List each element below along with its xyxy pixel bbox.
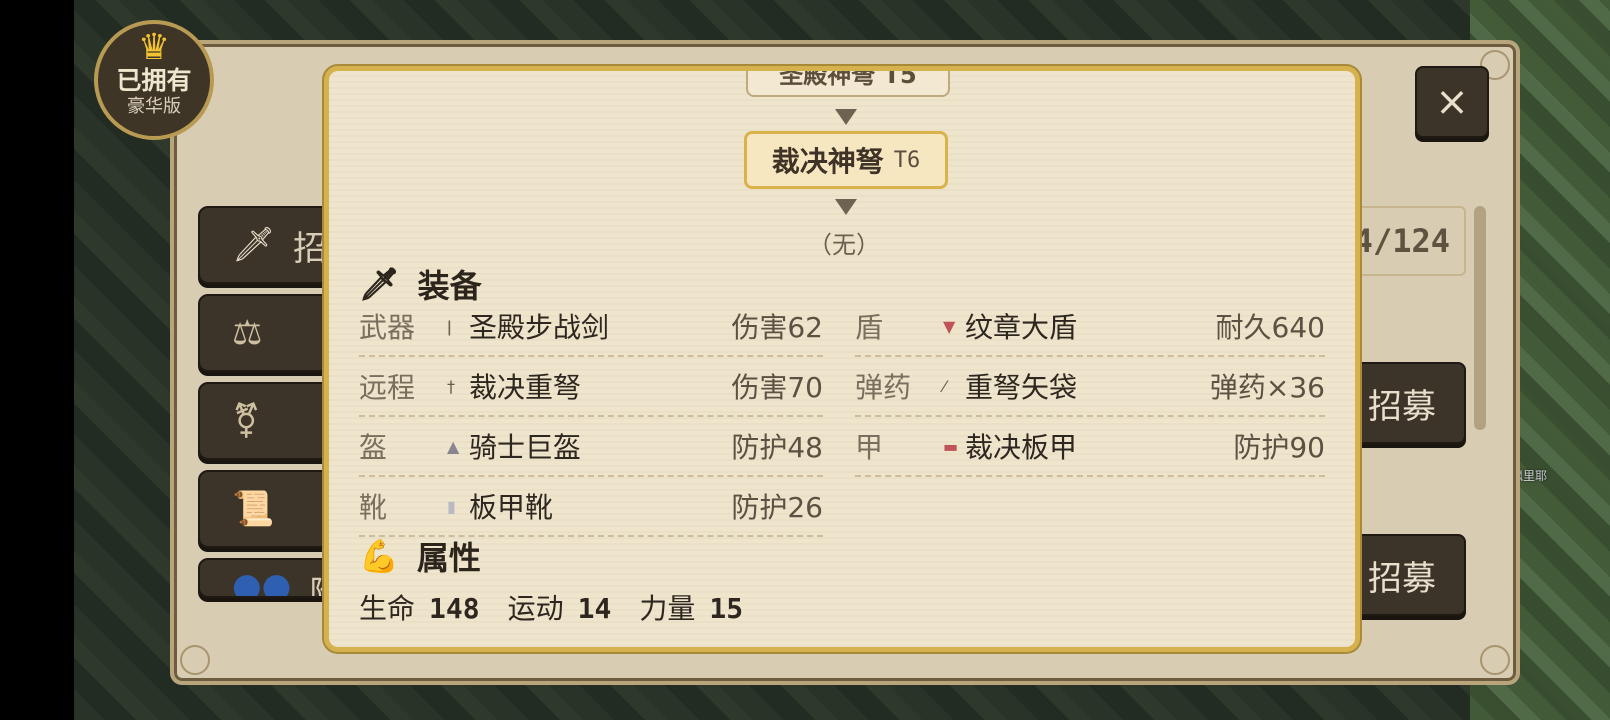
sidebar-tab-recruit[interactable]: 🗡 招 xyxy=(198,206,338,284)
sidebar-tab-members[interactable]: ●●附 xyxy=(198,558,338,598)
upgrade-node-next: （无） xyxy=(808,231,880,259)
badge-owned-label: 已拥有 xyxy=(116,66,192,95)
equipment-row-ranged[interactable]: 远程 † 裁决重弩 伤害70 xyxy=(359,357,823,417)
stat-strength: 力量 15 xyxy=(639,592,744,625)
panel-corner-ornament xyxy=(180,645,210,675)
helmet-icon: ▲ xyxy=(447,436,460,456)
dagger-icon: 🗡 xyxy=(232,225,276,265)
unit-tier: T6 xyxy=(893,147,921,173)
equipment-row-weapon[interactable]: 武器 ǀ 圣殿步战剑 伤害62 xyxy=(359,297,823,357)
upgrade-node-previous[interactable]: 圣殿神弩 T5 xyxy=(746,71,950,97)
sidebar-tab-balance[interactable]: ⚖ xyxy=(198,294,338,372)
arrow-down-icon xyxy=(835,199,857,215)
equipment-row-helmet[interactable]: 盔 ▲ 骑士巨盔 防护48 xyxy=(359,417,823,477)
sword-icon: ǀ xyxy=(447,316,452,336)
sidebar-tab-gender[interactable]: ⚧ xyxy=(198,382,338,460)
attributes-section-title: 💪 属性 xyxy=(359,537,481,577)
unit-name: 裁决神弩 xyxy=(771,145,884,178)
unit-detail-modal: 圣殿神弩 T5 裁决神弩 T6 （无） 🗡 装备 武器 ǀ 圣殿步战剑 伤害62… xyxy=(324,66,1360,652)
armor-icon: ▬ xyxy=(943,436,959,456)
arrow-down-icon xyxy=(835,109,857,125)
equipment-row-boots[interactable]: 靴 ▮ 板甲靴 防护26 xyxy=(359,477,823,537)
gender-icon: ⚧ xyxy=(232,401,261,441)
shield-icon: ▼ xyxy=(943,316,956,336)
muscle-icon: 💪 xyxy=(359,537,399,575)
bolt-icon: ⁄ xyxy=(943,376,946,396)
scroll-icon: 📜 xyxy=(232,489,275,529)
sidebar-tab-scroll[interactable]: 📜 xyxy=(198,470,338,548)
stat-life: 生命 148 xyxy=(359,592,480,625)
equipment-row-armor[interactable]: 甲 ▬ 裁决板甲 防护90 xyxy=(855,417,1325,477)
upgrade-node-current: 裁决神弩 T6 xyxy=(744,131,948,189)
equipment-row-ammo[interactable]: 弹药 ⁄ 重弩矢袋 弹药×36 xyxy=(855,357,1325,417)
close-button[interactable]: × xyxy=(1415,66,1489,138)
people-icon: ●● xyxy=(232,566,292,598)
close-icon: × xyxy=(1435,79,1469,125)
scales-icon: ⚖ xyxy=(232,313,263,353)
attribute-stats: 生命 148 运动 14 力量 15 xyxy=(359,587,743,627)
panel-corner-ornament xyxy=(1480,645,1510,675)
list-scrollbar[interactable] xyxy=(1474,206,1486,430)
deluxe-owned-badge: ♛ 已拥有 豪华版 xyxy=(94,20,214,140)
boots-icon: ▮ xyxy=(447,496,456,516)
stat-move: 运动 14 xyxy=(507,592,612,625)
badge-edition-label: 豪华版 xyxy=(127,96,181,117)
crown-icon: ♛ xyxy=(137,27,171,68)
equipment-row-shield[interactable]: 盾 ▼ 纹章大盾 耐久640 xyxy=(855,297,1325,357)
crossbow-icon: † xyxy=(447,376,455,396)
